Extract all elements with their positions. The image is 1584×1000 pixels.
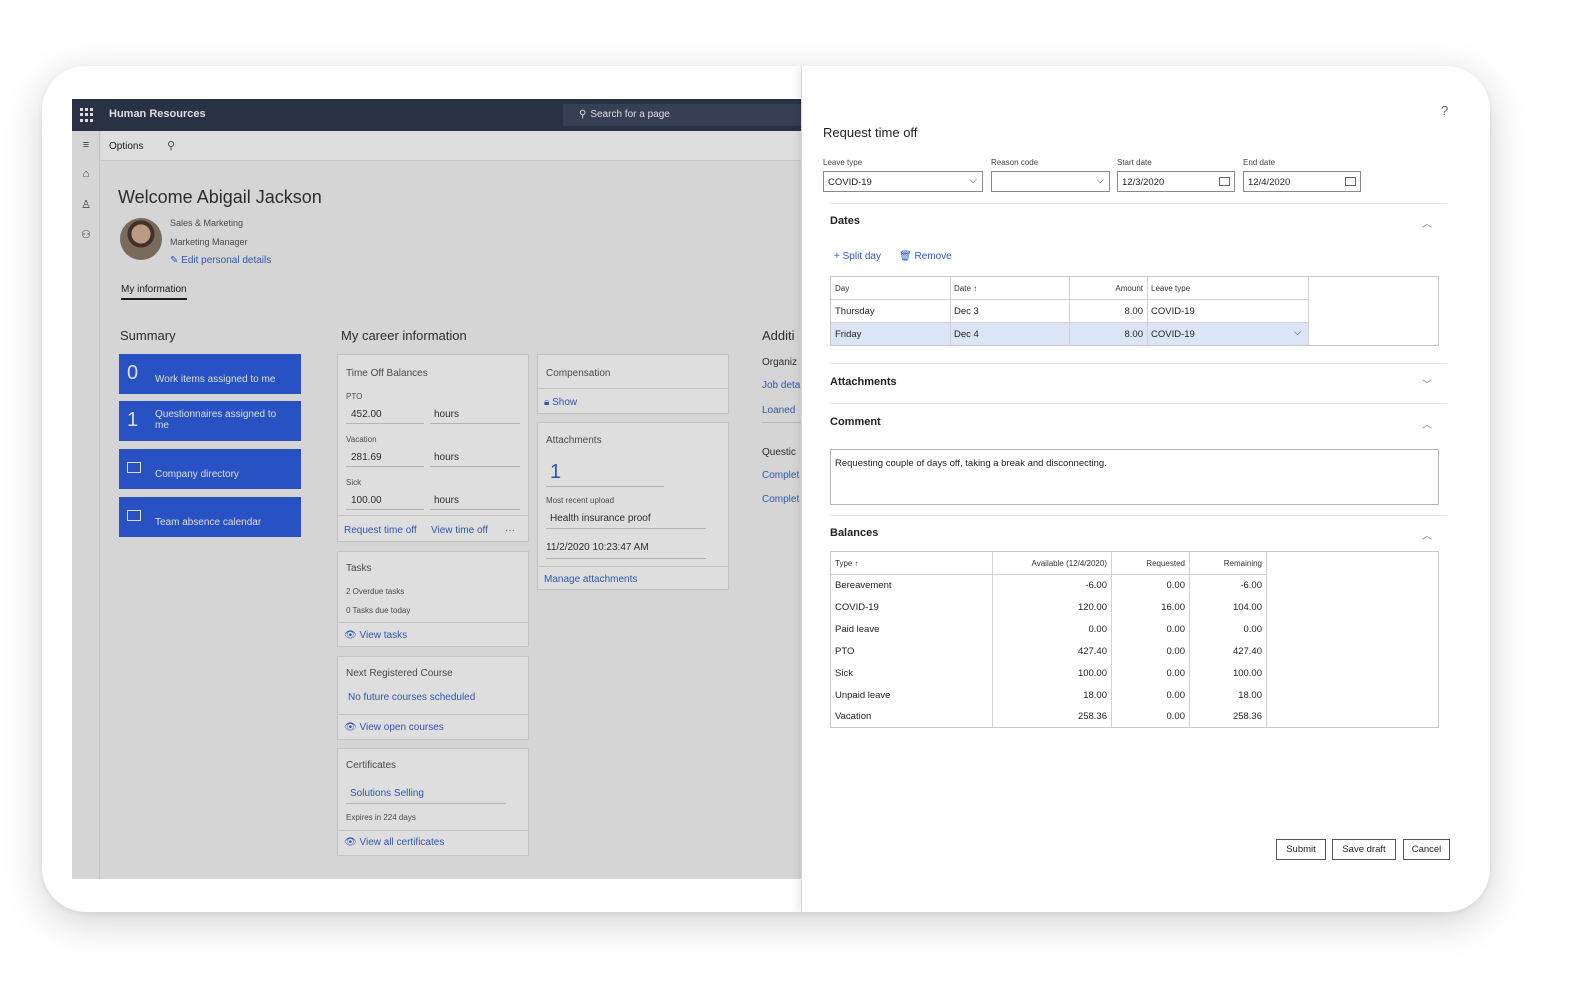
leave-type-value: COVID-19 <box>828 177 872 188</box>
divider <box>830 515 1447 516</box>
start-date-label: Start date <box>1117 158 1152 167</box>
end-date-value: 12/4/2020 <box>1248 177 1291 188</box>
cell-remaining[interactable]: 100.00 <box>1193 668 1262 679</box>
end-date-input[interactable]: 12/4/2020 <box>1243 171 1361 192</box>
chevron-up-icon[interactable]: ︿ <box>1422 527 1432 542</box>
reason-code-label: Reason code <box>991 158 1039 167</box>
chevron-down-icon[interactable]: ﹀ <box>1422 376 1432 391</box>
screenshot-frame: Human Resources ⚲ Search for a page ≡ ⌂ ♙… <box>42 66 1490 912</box>
comment-textarea[interactable]: Requesting couple of days off, taking a … <box>830 449 1439 505</box>
cell-leave-type[interactable]: COVID-19 <box>1151 329 1195 340</box>
cell-requested[interactable]: 0.00 <box>1115 646 1186 657</box>
button-label: Remove <box>914 251 952 262</box>
reason-code-select[interactable]: ⌵ <box>991 171 1110 192</box>
cell-day[interactable]: Thursday <box>835 306 875 317</box>
end-date-label: End date <box>1243 158 1276 167</box>
dialog-title: Request time off <box>823 125 918 140</box>
comment-heading[interactable]: Comment <box>830 416 881 428</box>
leave-type-label: Leave type <box>823 158 863 167</box>
header-label: Type <box>835 559 853 568</box>
cell-date[interactable]: Dec 4 <box>954 329 979 340</box>
leave-type-select[interactable]: COVID-19 ⌵ <box>823 171 983 192</box>
column-header-amount[interactable]: Amount <box>1073 284 1143 293</box>
trash-icon: 🗑︎ <box>899 251 912 262</box>
cancel-button[interactable]: Cancel <box>1403 839 1450 860</box>
sort-ascending-icon: ↑ <box>854 559 859 568</box>
remove-button[interactable]: 🗑︎ Remove <box>899 251 952 262</box>
request-time-off-dialog: ? Request time off Leave type COVID-19 ⌵… <box>801 66 1490 912</box>
chevron-up-icon[interactable]: ︿ <box>1422 416 1432 431</box>
chevron-down-icon: ⌵ <box>969 175 977 186</box>
divider <box>830 203 1447 204</box>
modal-overlay <box>72 99 801 879</box>
column-header-available[interactable]: Available (12/4/2020) <box>996 559 1107 568</box>
cell-type[interactable]: Sick <box>835 668 853 679</box>
submit-button[interactable]: Submit <box>1276 839 1326 860</box>
cell-date[interactable]: Dec 3 <box>954 306 979 317</box>
cell-amount[interactable]: 8.00 <box>1073 329 1144 340</box>
dates-grid: Day Date ↑ Amount Leave type Thursday De… <box>830 276 1439 346</box>
attachments-heading[interactable]: Attachments <box>830 376 897 388</box>
chevron-down-icon: ⌵ <box>1096 175 1104 186</box>
cell-requested[interactable]: 0.00 <box>1115 580 1186 591</box>
sort-ascending-icon: ↑ <box>973 284 978 293</box>
cell-remaining[interactable]: 104.00 <box>1193 602 1262 613</box>
button-label: Split day <box>842 251 881 262</box>
start-date-input[interactable]: 12/3/2020 <box>1117 171 1235 192</box>
calendar-icon[interactable] <box>1219 177 1230 186</box>
cell-requested[interactable]: 0.00 <box>1115 668 1186 679</box>
cell-available[interactable]: 100.00 <box>996 668 1107 679</box>
calendar-icon[interactable] <box>1345 177 1356 186</box>
balances-heading[interactable]: Balances <box>830 527 878 539</box>
cell-available[interactable]: 258.36 <box>996 711 1107 722</box>
cell-available[interactable]: 120.00 <box>996 602 1107 613</box>
start-date-value: 12/3/2020 <box>1122 177 1165 188</box>
dates-heading[interactable]: Dates <box>830 215 860 227</box>
cell-remaining[interactable]: 427.40 <box>1193 646 1262 657</box>
cell-available[interactable]: 0.00 <box>996 624 1108 635</box>
cell-amount[interactable]: 8.00 <box>1073 306 1144 317</box>
cell-type[interactable]: Vacation <box>835 711 871 722</box>
cell-day[interactable]: Friday <box>835 329 861 340</box>
column-header-type[interactable]: Type ↑ <box>835 559 859 568</box>
cell-type[interactable]: COVID-19 <box>835 602 879 613</box>
cell-requested[interactable]: 0.00 <box>1115 711 1186 722</box>
cell-requested[interactable]: 0.00 <box>1115 690 1186 701</box>
cell-requested[interactable]: 16.00 <box>1115 602 1185 613</box>
column-header-day[interactable]: Day <box>835 284 849 293</box>
column-header-remaining[interactable]: Remaining <box>1193 559 1262 568</box>
cell-type[interactable]: Bereavement <box>835 580 892 591</box>
save-draft-button[interactable]: Save draft <box>1332 839 1396 860</box>
cell-type[interactable]: PTO <box>835 646 854 657</box>
divider <box>830 403 1447 404</box>
cell-type[interactable]: Paid leave <box>835 624 879 635</box>
plus-icon: + <box>834 251 840 262</box>
cell-requested[interactable]: 0.00 <box>1115 624 1186 635</box>
cell-remaining[interactable]: 0.00 <box>1193 624 1263 635</box>
cell-remaining[interactable]: 258.36 <box>1193 711 1262 722</box>
divider <box>830 363 1447 364</box>
cell-leave-type[interactable]: COVID-19 <box>1151 306 1195 317</box>
cell-remaining[interactable]: -6.00 <box>1193 580 1262 591</box>
chevron-up-icon[interactable]: ︿ <box>1422 215 1432 230</box>
cell-remaining[interactable]: 18.00 <box>1193 690 1262 701</box>
chevron-down-icon[interactable]: ⌵ <box>1294 327 1301 338</box>
cell-available[interactable]: 18.00 <box>996 690 1107 701</box>
balances-grid: Type ↑ Available (12/4/2020) Requested R… <box>830 551 1439 728</box>
column-header-requested[interactable]: Requested <box>1115 559 1185 568</box>
help-icon[interactable]: ? <box>1441 103 1448 118</box>
cell-type[interactable]: Unpaid leave <box>835 690 890 701</box>
hr-workspace: Human Resources ⚲ Search for a page ≡ ⌂ ♙… <box>72 99 801 879</box>
cell-available[interactable]: -6.00 <box>996 580 1107 591</box>
header-label: Date <box>954 284 971 293</box>
split-day-button[interactable]: + Split day <box>834 251 881 262</box>
cell-available[interactable]: 427.40 <box>996 646 1107 657</box>
column-header-date[interactable]: Date ↑ <box>954 284 977 293</box>
column-header-leave-type[interactable]: Leave type <box>1151 284 1190 293</box>
